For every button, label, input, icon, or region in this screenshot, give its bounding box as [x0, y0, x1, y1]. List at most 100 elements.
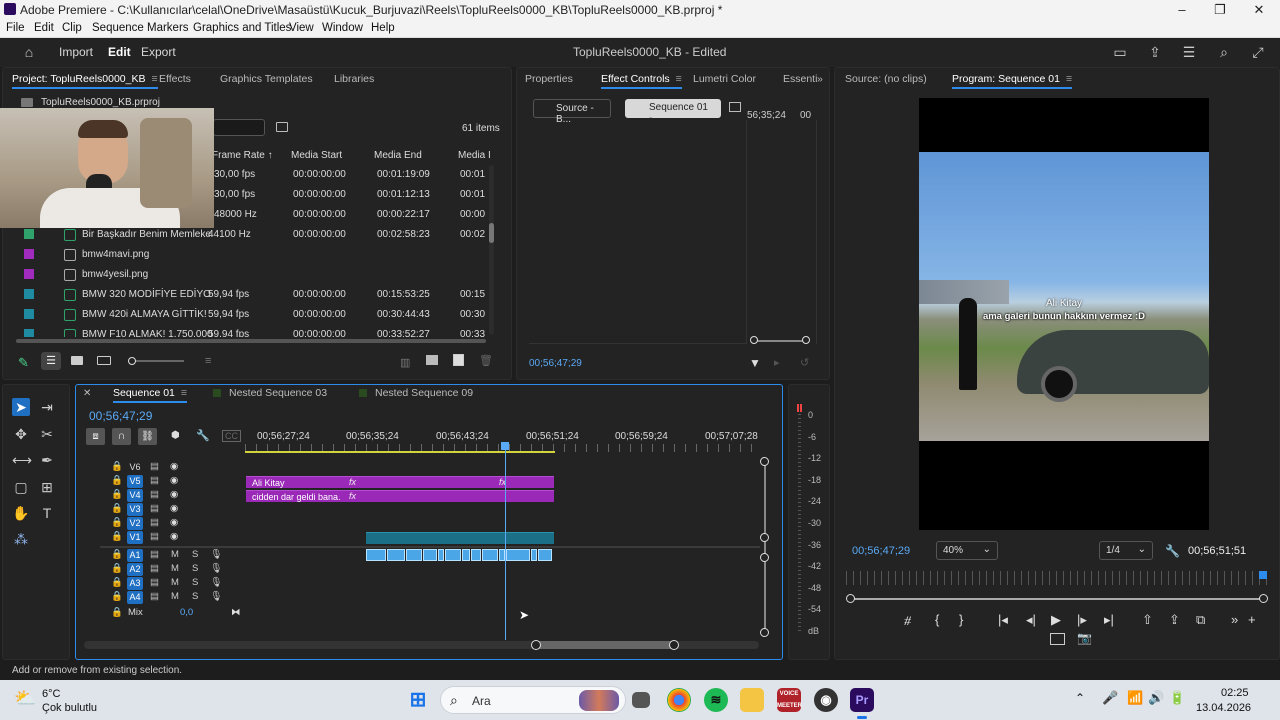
list-item[interactable]: bmw4mavi.png [16, 245, 486, 265]
weather-temp[interactable]: 6°C [42, 688, 60, 700]
menu-graphics[interactable]: Graphics and Titles [193, 22, 291, 34]
mic-icon[interactable]: 🎙 [210, 549, 222, 560]
panel-menu-icon[interactable]: ≡ [676, 73, 682, 85]
snap-icon[interactable]: ∩ [112, 428, 131, 445]
go-to-out-icon[interactable]: ▸| [1104, 612, 1114, 628]
battery-icon[interactable]: 🔋 [1169, 690, 1185, 706]
col-media-start[interactable]: Media Start [291, 150, 342, 161]
sync-icon[interactable]: ▤ [150, 475, 159, 486]
spotify-icon[interactable]: ≋ [704, 688, 728, 712]
list-view-icon[interactable]: ☰ [41, 352, 61, 370]
zoom-dropdown[interactable]: 40% ⌄ [936, 541, 998, 560]
ec-zoom-bar[interactable] [750, 336, 810, 344]
timeline-timecode[interactable]: 00;56;47;29 [89, 409, 152, 423]
mark-out-icon[interactable]: } [959, 612, 963, 627]
project-hscrollbar[interactable] [16, 339, 486, 343]
mute-icon[interactable]: M [171, 563, 179, 574]
mic-icon[interactable]: 🎙 [210, 577, 222, 588]
program-playhead[interactable] [1259, 571, 1267, 579]
loop-icon[interactable]: ↺ [800, 356, 809, 369]
slip-tool-icon[interactable]: ⟷ [12, 451, 32, 469]
safe-margins-icon[interactable] [1050, 633, 1065, 645]
clock-time[interactable]: 02:25 [1221, 687, 1249, 699]
add-marker-tl-icon[interactable]: ⬢ [171, 430, 180, 441]
find-icon[interactable] [426, 355, 438, 365]
add-marker-icon[interactable]: ⧣ [904, 612, 911, 628]
premiere-icon[interactable]: Pr [850, 688, 874, 712]
mark-in-icon[interactable]: { [935, 612, 939, 627]
mute-icon[interactable]: M [171, 591, 179, 602]
close-icon[interactable]: ✕ [1249, 2, 1269, 18]
wifi-icon[interactable]: 📶 [1127, 690, 1143, 706]
clock-date[interactable]: 13.04.2026 [1196, 702, 1251, 714]
play-button[interactable]: ▶ [1051, 612, 1061, 628]
tab-nested-sequence-09[interactable]: Nested Sequence 09 [375, 387, 473, 399]
source-button[interactable]: Source - B... [533, 99, 611, 125]
lock-icon[interactable]: 🔒 [111, 591, 123, 602]
list-item[interactable]: Bir Başkadır Benim Memleke 44100 Hz 00:00:… [16, 225, 486, 245]
menu-sequence[interactable]: Sequence [92, 22, 144, 34]
tab-properties[interactable]: Properties [525, 73, 573, 85]
lock-icon[interactable]: 🔒 [111, 475, 123, 486]
lock-icon[interactable]: 🔒 [111, 577, 123, 588]
ec-timecode[interactable]: 00;56;47;29 [529, 358, 582, 369]
mic-tray-icon[interactable]: 🎤 [1102, 690, 1118, 706]
list-item[interactable]: BMW 320 MODİFİYE EDİYO 59,94 fps 00:00:00:… [16, 285, 486, 305]
lock-icon[interactable]: 🔒 [111, 549, 123, 560]
sync-icon[interactable]: ▤ [150, 517, 159, 528]
share-icon[interactable]: ⇪ [1147, 44, 1163, 60]
remix-tool-icon[interactable]: ⊞ [38, 478, 56, 496]
solo-icon[interactable]: S [192, 577, 198, 588]
sync-icon[interactable]: ▤ [150, 549, 159, 560]
file-explorer-icon[interactable] [740, 688, 764, 712]
task-view-icon[interactable] [632, 692, 650, 708]
tab-import[interactable]: Import [59, 45, 93, 59]
timeline-settings-icon[interactable]: 🔧 [196, 429, 210, 442]
rectangle-tool-icon[interactable]: ▢ [12, 478, 30, 496]
list-item[interactable]: bmw4yesil.png [16, 265, 486, 285]
home-icon[interactable]: ⌂ [21, 44, 37, 60]
audio-clip[interactable] [387, 549, 405, 561]
col-media-end[interactable]: Media End [374, 150, 422, 161]
tab-source[interactable]: Source: (no clips) [845, 73, 927, 85]
close-tab-icon[interactable]: ✕ [83, 388, 91, 399]
panels-icon[interactable]: ☰ [1181, 44, 1197, 60]
lift-icon[interactable]: ⇧ [1142, 612, 1153, 628]
type-tool-icon[interactable]: T [38, 504, 56, 522]
audio-clip[interactable] [438, 549, 444, 561]
weather-icon[interactable]: ⛅ [14, 688, 36, 709]
col-frame-rate[interactable]: Frame Rate ↑ [212, 150, 273, 161]
lock-icon[interactable]: 🔒 [111, 531, 123, 542]
weather-desc[interactable]: Çok bulutlu [42, 702, 97, 714]
track-select-icon[interactable]: ⇥ [38, 398, 56, 416]
list-item[interactable]: BMW 420i ALMAYA GİTTİK! 59,94 fps 00:00:00… [16, 305, 486, 325]
work-area-bar[interactable] [245, 451, 555, 453]
track-divider[interactable] [100, 546, 760, 548]
tab-effect-controls[interactable]: Effect Controls ≡ [601, 73, 682, 89]
menu-markers[interactable]: Markers [147, 22, 189, 34]
tab-edit[interactable]: Edit [108, 45, 131, 59]
step-back-icon[interactable]: ◂| [1026, 612, 1036, 628]
audio-clip[interactable] [366, 549, 386, 561]
insert-nest-icon[interactable]: ⧈ [86, 428, 105, 445]
panel-menu-icon[interactable]: ≡ [1066, 73, 1072, 85]
sequence-button[interactable]: Sequence 01 -... [625, 99, 721, 124]
mic-icon[interactable]: 🎙 [210, 591, 222, 602]
more-controls-icon[interactable]: » [1231, 612, 1238, 627]
program-time-ruler[interactable] [846, 571, 1268, 585]
sync-icon[interactable]: ▤ [150, 531, 159, 542]
mute-icon[interactable]: M [171, 549, 179, 560]
trash-icon[interactable]: 🗑 [479, 354, 493, 367]
eye-icon[interactable]: ◉ [170, 517, 178, 528]
workspace-icon[interactable]: ▭ [1112, 44, 1128, 60]
tab-sequence-01[interactable]: Sequence 01 ≡ [113, 387, 188, 403]
audio-clips-a1[interactable] [366, 549, 554, 562]
pencil-icon[interactable]: ✎ [18, 355, 29, 371]
tab-nested-sequence-03[interactable]: Nested Sequence 03 [229, 387, 327, 399]
audio-clip[interactable] [538, 549, 552, 561]
maximize-icon[interactable]: ❐ [1210, 2, 1230, 18]
audio-clip[interactable] [445, 549, 461, 561]
fullscreen-icon[interactable]: ⤢ [1250, 44, 1266, 60]
eye-icon[interactable]: ◉ [170, 475, 178, 486]
audio-clip[interactable] [531, 549, 537, 561]
